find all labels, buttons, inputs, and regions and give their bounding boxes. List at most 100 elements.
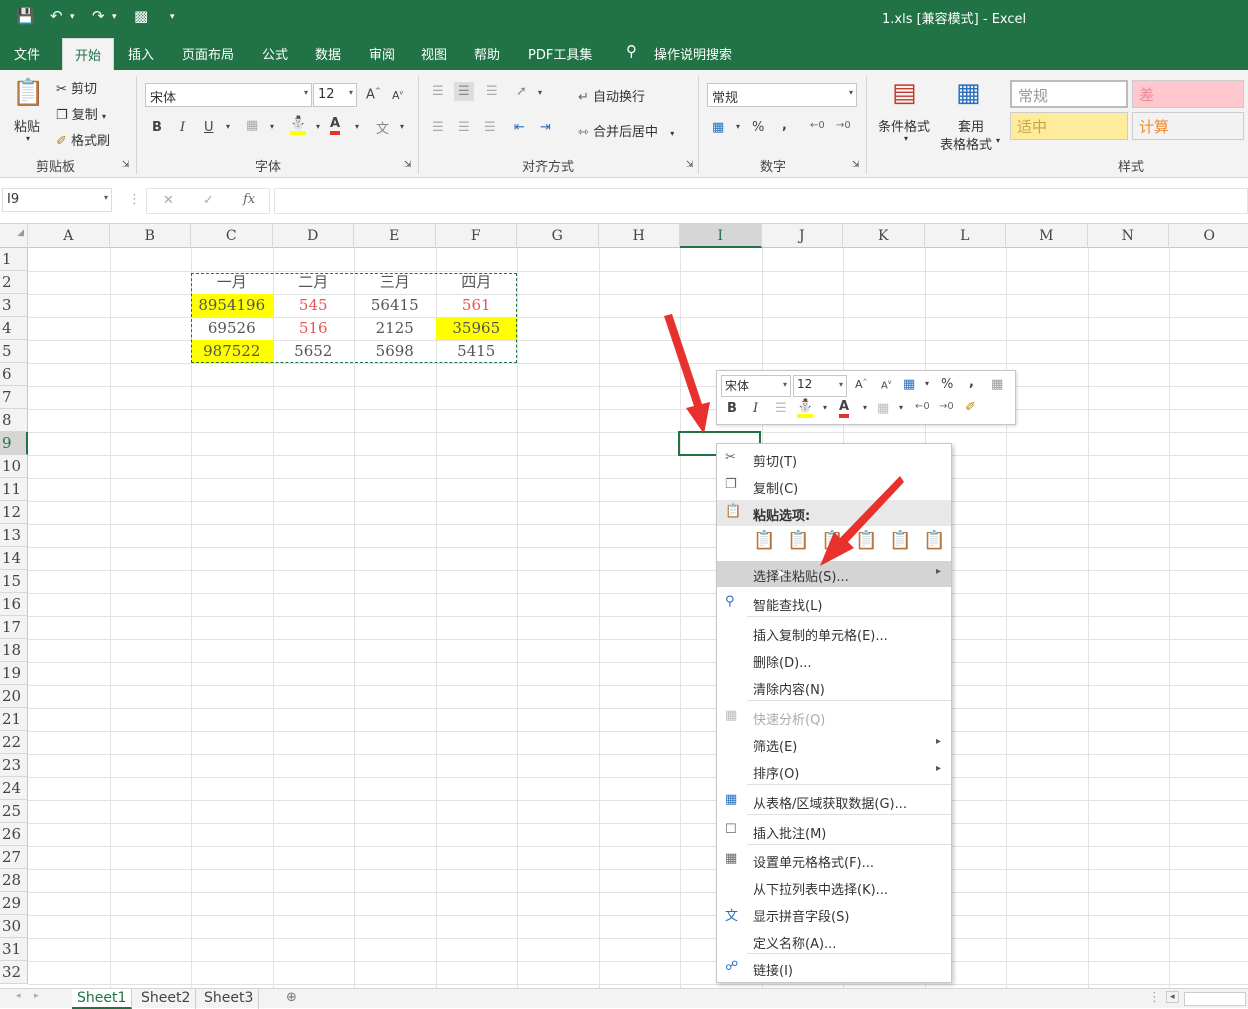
menu-item-show-phonetic[interactable]: 文显示拼音字段(S): [717, 901, 951, 927]
column-header-l[interactable]: L: [924, 224, 1006, 248]
mini-comma-button[interactable]: ,: [969, 375, 974, 390]
tab-sheet2[interactable]: Sheet2: [136, 989, 197, 1009]
align-left-icon[interactable]: ☰: [432, 120, 444, 135]
tell-me-search[interactable]: 操作说明搜索: [654, 44, 732, 63]
row-header-29[interactable]: 29: [0, 892, 28, 915]
scroll-right-icon[interactable]: ▸: [34, 991, 39, 1001]
column-header-o[interactable]: O: [1169, 224, 1248, 248]
merge-center-button[interactable]: ⇿ 合并后居中 ▾: [578, 121, 674, 140]
row-header-27[interactable]: 27: [0, 846, 28, 869]
paste-icon[interactable]: 📋: [12, 78, 44, 108]
mini-italic-button[interactable]: I: [753, 401, 758, 416]
mini-shrink-font-icon[interactable]: Av: [881, 379, 891, 391]
menu-item-sort[interactable]: 排序(O) ▸: [717, 758, 951, 784]
tab-insert[interactable]: 插入: [128, 44, 154, 63]
column-header-g[interactable]: G: [517, 224, 599, 248]
row-header-6[interactable]: 6: [0, 363, 28, 386]
align-bottom-icon[interactable]: ☰: [486, 84, 498, 99]
mini-format-cells-icon[interactable]: ▦: [991, 377, 1003, 392]
font-color-icon[interactable]: A: [330, 116, 341, 135]
enter-icon[interactable]: ✓: [203, 193, 214, 208]
save-icon[interactable]: 💾: [16, 7, 35, 25]
row-header-23[interactable]: 23: [0, 754, 28, 777]
tab-page-layout[interactable]: 页面布局: [182, 44, 234, 63]
phonetic-icon[interactable]: 文: [376, 118, 389, 137]
redo-dropdown-icon[interactable]: ▾: [112, 12, 117, 22]
format-table-dropdown-icon[interactable]: ▾: [996, 136, 1000, 145]
bold-button[interactable]: B: [152, 120, 162, 135]
mini-fill-color-icon[interactable]: ⛄: [797, 399, 814, 418]
column-header-d[interactable]: D: [272, 224, 354, 248]
column-header-j[interactable]: J: [761, 224, 843, 248]
tab-data[interactable]: 数据: [315, 44, 341, 63]
row-header-8[interactable]: 8: [0, 409, 28, 432]
menu-item-filter[interactable]: 筛选(E) ▸: [717, 731, 951, 757]
comma-button[interactable]: ,: [782, 118, 787, 133]
menu-item-get-data-from-table[interactable]: ▦ 从表格/区域获取数据(G)...: [717, 788, 951, 814]
menu-item-insert-copied-cells[interactable]: 插入复制的单元格(E)...: [717, 620, 951, 646]
align-center-icon[interactable]: ☰: [458, 120, 470, 135]
orientation-icon[interactable]: ➚: [516, 84, 527, 99]
tab-formulas[interactable]: 公式: [262, 44, 288, 63]
tab-file[interactable]: 文件: [14, 44, 40, 63]
menu-item-link[interactable]: ☍ 链接(I): [717, 955, 951, 981]
row-header-14[interactable]: 14: [0, 547, 28, 570]
worksheet-grid[interactable]: ◢ A B C D E F G H I J K L M N O 1 2 3 4 5 6 7 8 9 10 11 12 13 14 15 16…: [0, 224, 1248, 988]
menu-item-pick-from-list[interactable]: 从下拉列表中选择(K)...: [717, 874, 951, 900]
orientation-dropdown-icon[interactable]: ▾: [538, 88, 542, 97]
tab-view[interactable]: 视图: [421, 44, 447, 63]
menu-item-format-cells[interactable]: ▦ 设置单元格格式(F)...: [717, 847, 951, 873]
conditional-format-dropdown-icon[interactable]: ▾: [904, 134, 908, 143]
cut-button[interactable]: ✂ 剪切: [56, 78, 97, 97]
format-painter-button[interactable]: ✐ 格式刷: [56, 130, 110, 149]
style-normal[interactable]: 常规: [1010, 80, 1128, 108]
border-icon[interactable]: ▦: [246, 118, 258, 133]
menu-item-define-name[interactable]: 定义名称(A)...: [717, 928, 951, 954]
formula-input[interactable]: [274, 188, 1248, 214]
column-header-e[interactable]: E: [354, 224, 436, 248]
row-header-24[interactable]: 24: [0, 777, 28, 800]
style-neutral[interactable]: 适中: [1010, 112, 1128, 140]
shrink-font-icon[interactable]: Av: [392, 89, 403, 102]
column-header-c[interactable]: C: [191, 224, 273, 248]
format-as-table-label-2[interactable]: 表格格式: [940, 134, 992, 153]
row-header-17[interactable]: 17: [0, 616, 28, 639]
mini-font-combo[interactable]: 宋体 ▾: [721, 375, 791, 397]
style-bad[interactable]: 差: [1132, 80, 1244, 108]
tab-review[interactable]: 审阅: [369, 44, 395, 63]
conditional-format-icon[interactable]: ▤: [892, 78, 917, 108]
format-as-table-label-1[interactable]: 套用: [958, 116, 984, 135]
paste-button[interactable]: 粘贴: [14, 116, 40, 135]
row-header-11[interactable]: 11: [0, 478, 28, 501]
mini-format-painter-icon[interactable]: ✐: [965, 400, 976, 415]
name-box[interactable]: I9 ▾: [2, 188, 112, 212]
alignment-launcher-icon[interactable]: ⇲: [686, 160, 694, 170]
mini-percent-button[interactable]: %: [941, 377, 953, 392]
align-right-icon[interactable]: ☰: [484, 120, 496, 135]
format-as-table-icon[interactable]: ▦: [956, 78, 981, 108]
column-header-h[interactable]: H: [598, 224, 680, 248]
redo-icon[interactable]: ↷: [92, 7, 105, 25]
row-header-9[interactable]: 9: [0, 432, 28, 455]
row-header-5[interactable]: 5: [0, 340, 28, 363]
align-middle-icon[interactable]: ☰: [454, 82, 474, 101]
row-header-21[interactable]: 21: [0, 708, 28, 731]
undo-dropdown-icon[interactable]: ▾: [70, 12, 75, 22]
tab-home[interactable]: 开始: [62, 38, 115, 70]
percent-button[interactable]: %: [752, 120, 764, 135]
column-header-k[interactable]: K: [843, 224, 925, 248]
add-sheet-icon[interactable]: ⊕: [286, 990, 297, 1005]
print-preview-icon[interactable]: ▩: [134, 7, 148, 25]
fill-color-icon[interactable]: ⛄: [290, 116, 307, 135]
mini-decrease-decimal-icon[interactable]: →0: [939, 401, 954, 412]
paste-default-icon[interactable]: 📋: [753, 530, 777, 556]
undo-icon[interactable]: ↶: [50, 7, 63, 25]
menu-item-delete[interactable]: 删除(D)...: [717, 647, 951, 673]
mini-border-dropdown-icon[interactable]: ▾: [899, 403, 903, 412]
wrap-text-button[interactable]: ↵ 自动换行: [578, 86, 645, 105]
paste-dropdown-icon[interactable]: ▾: [26, 134, 30, 143]
row-header-1[interactable]: 1: [0, 248, 28, 271]
row-header-3[interactable]: 3: [0, 294, 28, 317]
grow-font-icon[interactable]: A^: [366, 87, 381, 102]
row-header-19[interactable]: 19: [0, 662, 28, 685]
